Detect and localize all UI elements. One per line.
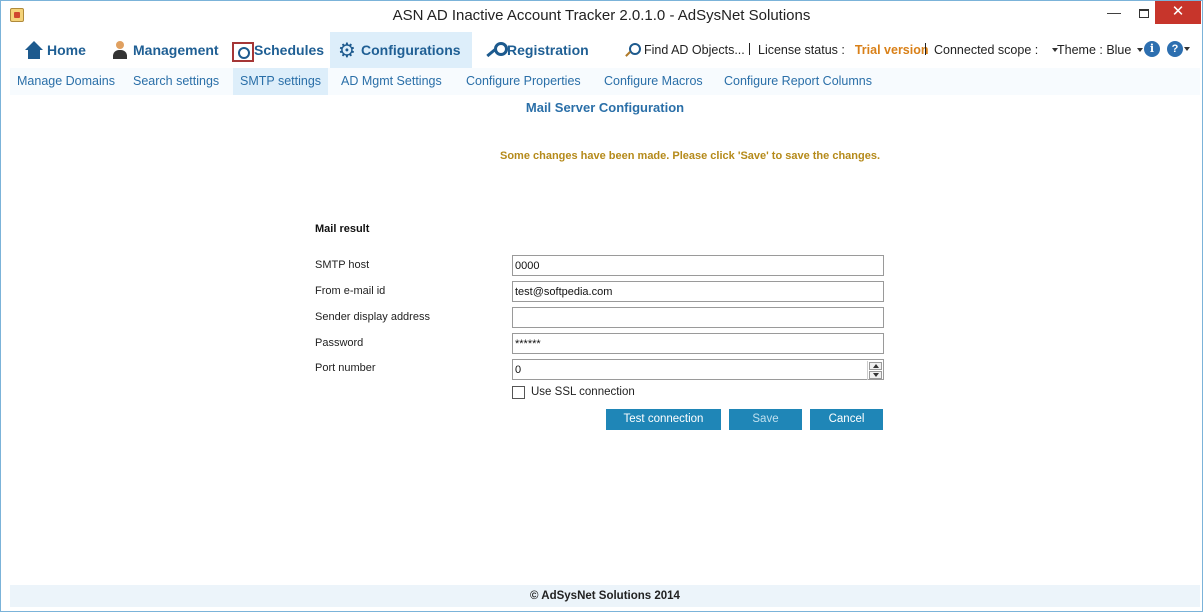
menu-home-label: Home: [47, 42, 86, 58]
stepper-up-button[interactable]: [869, 362, 882, 370]
title-bar: ASN AD Inactive Account Tracker 2.0.1.0 …: [1, 1, 1202, 32]
find-ad-objects-label: Find AD Objects...: [644, 43, 745, 57]
search-icon: [625, 43, 641, 57]
configuration-submenu: Manage Domains Search settings SMTP sett…: [10, 68, 1200, 95]
menu-management[interactable]: Management: [102, 32, 227, 68]
sender-display-label: Sender display address: [315, 311, 430, 323]
menu-registration-label: Registration: [507, 42, 589, 58]
password-input[interactable]: [512, 333, 884, 354]
info-icon[interactable]: i: [1144, 41, 1160, 57]
menu-schedules-label: Schedules: [254, 42, 325, 58]
theme-dropdown[interactable]: Theme : Blue: [1057, 41, 1144, 59]
tab-configure-macros[interactable]: Configure Macros: [597, 68, 710, 95]
user-icon: [110, 41, 130, 59]
password-label: Password: [315, 337, 364, 349]
window-title: ASN AD Inactive Account Tracker 2.0.1.0 …: [392, 7, 811, 24]
license-status: License status : Trial version: [758, 41, 929, 59]
home-icon: [24, 41, 44, 59]
close-button[interactable]: ✕: [1155, 1, 1201, 24]
page-title: Mail Server Configuration: [525, 100, 685, 115]
status-divider: [749, 43, 750, 55]
tab-configure-properties[interactable]: Configure Properties: [459, 68, 588, 95]
menu-home[interactable]: Home: [16, 32, 94, 68]
port-number-stepper: [867, 361, 883, 380]
unsaved-changes-notice: Some changes have been made. Please clic…: [499, 150, 881, 162]
maximize-icon: [1139, 8, 1149, 18]
tab-search-settings[interactable]: Search settings: [126, 68, 226, 95]
test-connection-button[interactable]: Test connection: [606, 409, 721, 430]
save-button[interactable]: Save: [729, 409, 802, 430]
chevron-down-icon[interactable]: [1184, 47, 1190, 51]
calendar-icon: [231, 41, 254, 62]
from-email-input[interactable]: [512, 281, 884, 302]
tab-configure-report-columns[interactable]: Configure Report Columns: [717, 68, 879, 95]
tab-smtp-settings[interactable]: SMTP settings: [233, 68, 329, 95]
status-divider: [925, 43, 926, 55]
use-ssl-checkbox[interactable]: [512, 386, 525, 399]
smtp-host-input[interactable]: [512, 255, 884, 276]
from-email-label: From e-mail id: [315, 285, 386, 297]
menu-schedules[interactable]: Schedules: [223, 32, 332, 68]
sender-display-input[interactable]: [512, 307, 884, 328]
form-title: Mail result: [315, 223, 370, 235]
find-ad-objects-link[interactable]: Find AD Objects...: [625, 41, 745, 59]
key-icon: [484, 41, 508, 59]
use-ssl-label[interactable]: Use SSL connection: [531, 386, 635, 398]
menu-configurations-label: Configurations: [361, 42, 461, 58]
chevron-down-icon: [1137, 48, 1144, 52]
app-window: ASN AD Inactive Account Tracker 2.0.1.0 …: [0, 0, 1203, 612]
cancel-button[interactable]: Cancel: [810, 409, 883, 430]
menu-configurations[interactable]: Configurations: [330, 32, 472, 68]
gear-icon: [338, 38, 358, 63]
footer-copyright: © AdSysNet Solutions 2014: [10, 585, 1200, 607]
menu-registration[interactable]: Registration: [476, 32, 597, 68]
tab-ad-mgmt-settings[interactable]: AD Mgmt Settings: [334, 68, 449, 95]
license-status-label: License status :: [758, 43, 845, 57]
connected-scope-dropdown[interactable]: Connected scope :: [934, 41, 1059, 59]
minimize-button[interactable]: —: [1099, 1, 1129, 24]
theme-label: Theme : Blue: [1057, 43, 1132, 57]
help-icon[interactable]: ?: [1167, 41, 1183, 57]
connected-scope-label: Connected scope :: [934, 43, 1039, 57]
menu-management-label: Management: [133, 42, 219, 58]
license-status-value[interactable]: Trial version: [855, 43, 929, 57]
tab-manage-domains[interactable]: Manage Domains: [10, 68, 122, 95]
port-number-label: Port number: [315, 362, 376, 374]
port-number-input[interactable]: [512, 359, 884, 380]
smtp-host-label: SMTP host: [315, 259, 370, 271]
main-content: Mail Server Configuration Some changes h…: [10, 95, 1200, 585]
stepper-down-button[interactable]: [869, 371, 882, 379]
